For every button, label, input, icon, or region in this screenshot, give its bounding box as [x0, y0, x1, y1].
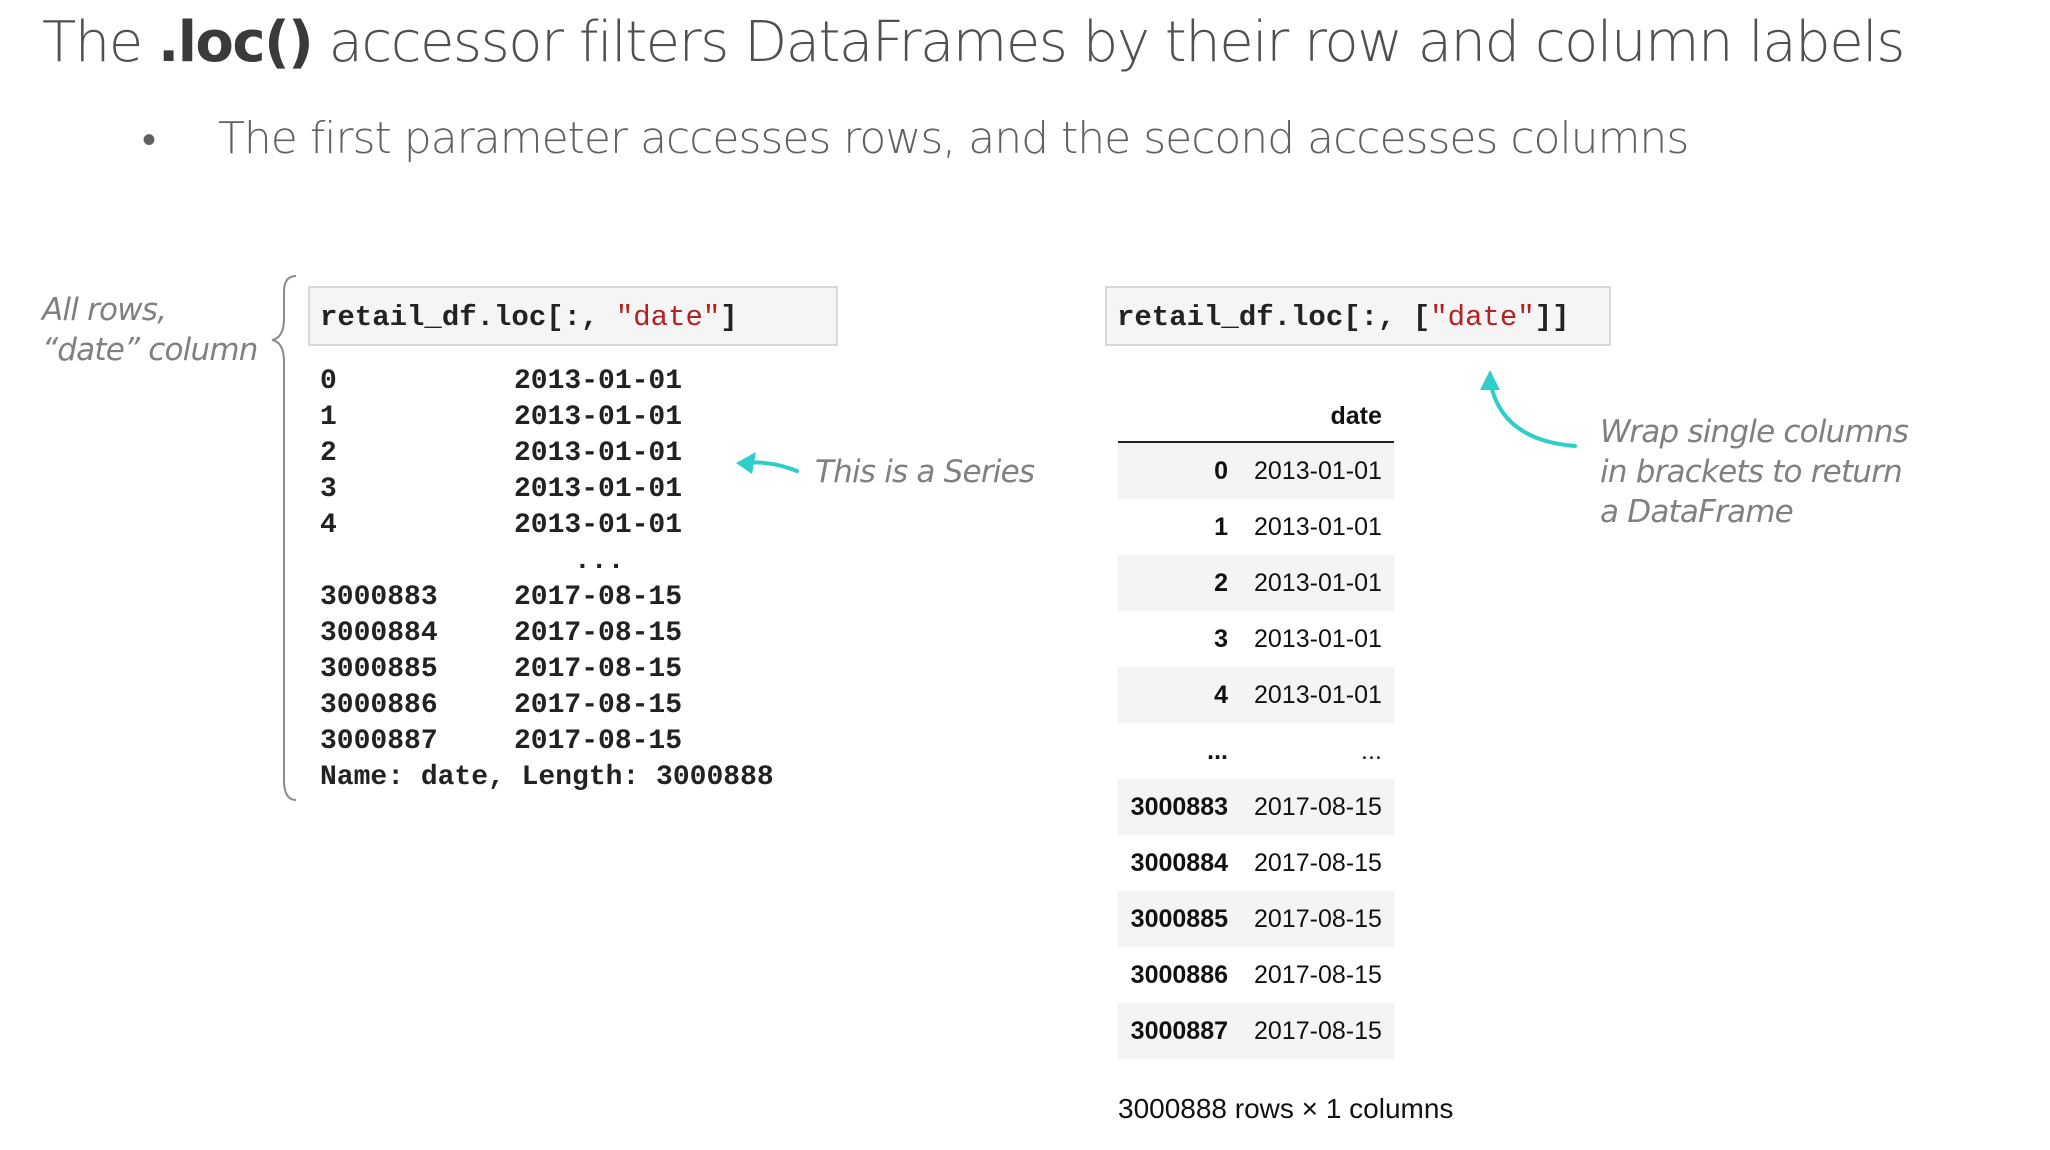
annotation-overlay [271, 275, 1577, 801]
arrow-up-icon [1480, 370, 1577, 448]
arrow-left-icon [736, 452, 799, 474]
curly-brace-icon [271, 275, 297, 801]
